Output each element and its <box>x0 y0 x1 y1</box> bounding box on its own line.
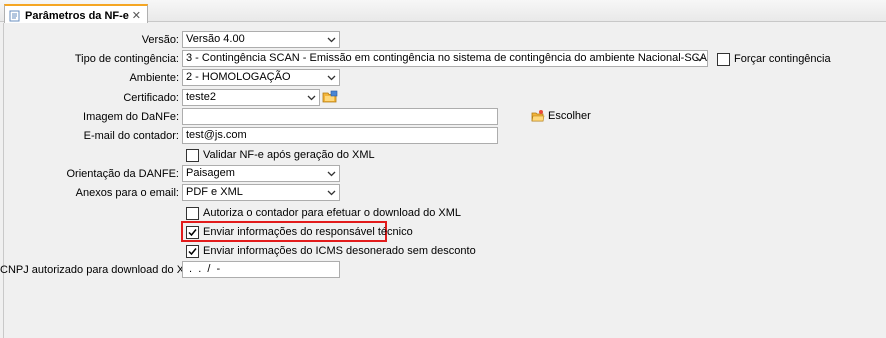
chevron-down-icon <box>323 166 339 181</box>
validar-nfe-label: Validar NF-e após geração do XML <box>203 149 375 161</box>
orientacao-select[interactable]: Paisagem <box>182 165 340 182</box>
autoriza-contador-label: Autoriza o contador para efetuar o downl… <box>203 207 462 219</box>
certificado-select[interactable]: teste2 <box>182 89 320 106</box>
versao-label: Versão: <box>141 34 179 46</box>
tab-title: Parâmetros da NF-e <box>25 9 129 22</box>
autoriza-contador-checkbox[interactable]: Autoriza o contador para efetuar o downl… <box>186 205 461 221</box>
tab-parametros-nfe[interactable]: Parâmetros da NF-e ✕ <box>4 4 148 23</box>
checkmark-icon <box>188 247 197 255</box>
cnpj-label: CNPJ autorizado para download do XML: <box>0 264 203 276</box>
responsavel-tecnico-label: Enviar informações do responsável técnic… <box>203 226 413 238</box>
certificado-value: teste2 <box>186 91 216 103</box>
contingencia-select[interactable]: 3 - Contingência SCAN - Emissão em conti… <box>182 50 708 67</box>
ambiente-select[interactable]: 2 - HOMOLOGAÇÃO <box>182 69 340 86</box>
forcar-contingencia-label: Forçar contingência <box>734 53 831 65</box>
anexos-value: PDF e XML <box>186 186 243 198</box>
imagem-label: Imagem do DaNFe: <box>83 111 179 123</box>
orientacao-value: Paisagem <box>186 167 235 179</box>
document-icon <box>9 10 21 22</box>
anexos-select[interactable]: PDF e XML <box>182 184 340 201</box>
escolher-label: Escolher <box>548 110 591 122</box>
email-input[interactable]: test@js.com <box>182 127 498 144</box>
imagem-input[interactable] <box>182 108 498 125</box>
contingencia-value: 3 - Contingência SCAN - Emissão em conti… <box>186 52 708 64</box>
checkbox-box <box>186 244 199 258</box>
forcar-contingencia-checkbox[interactable]: Forçar contingência <box>717 51 831 67</box>
versao-value: Versão 4.00 <box>186 33 245 45</box>
tab-bar: Parâmetros da NF-e ✕ <box>0 0 886 23</box>
orientacao-label: Orientação da DANFE: <box>66 168 180 180</box>
checkbox-box <box>186 148 199 162</box>
ambiente-value: 2 - HOMOLOGAÇÃO <box>186 71 291 83</box>
anexos-label: Anexos para o email: <box>75 187 179 199</box>
certificado-label: Certificado: <box>123 92 179 104</box>
chevron-down-icon <box>323 185 339 200</box>
chevron-down-icon <box>323 70 339 85</box>
icms-desonerado-checkbox[interactable]: Enviar informações do ICMS desonerado se… <box>186 243 476 259</box>
validar-nfe-checkbox[interactable]: Validar NF-e após geração do XML <box>186 147 375 163</box>
checkmark-icon <box>188 228 197 236</box>
contingencia-label: Tipo de contingência: <box>74 53 179 65</box>
escolher-button[interactable]: Escolher <box>531 108 591 124</box>
responsavel-tecnico-checkbox[interactable]: Enviar informações do responsável técnic… <box>186 224 413 240</box>
versao-select[interactable]: Versão 4.00 <box>182 31 340 48</box>
close-icon[interactable]: ✕ <box>130 9 143 22</box>
chevron-down-icon <box>303 90 319 105</box>
checkbox-box <box>186 206 199 220</box>
email-label: E-mail do contador: <box>83 130 179 142</box>
checkbox-box <box>717 52 730 66</box>
checkbox-box <box>186 225 199 239</box>
chevron-down-icon <box>323 32 339 47</box>
icms-desonerado-label: Enviar informações do ICMS desonerado se… <box>203 245 476 257</box>
ambiente-label: Ambiente: <box>129 72 179 84</box>
open-folder-icon <box>531 109 545 123</box>
chevron-down-icon <box>691 51 707 66</box>
cnpj-input[interactable]: . . / - <box>182 261 340 278</box>
certificate-folder-icon[interactable] <box>322 90 338 104</box>
